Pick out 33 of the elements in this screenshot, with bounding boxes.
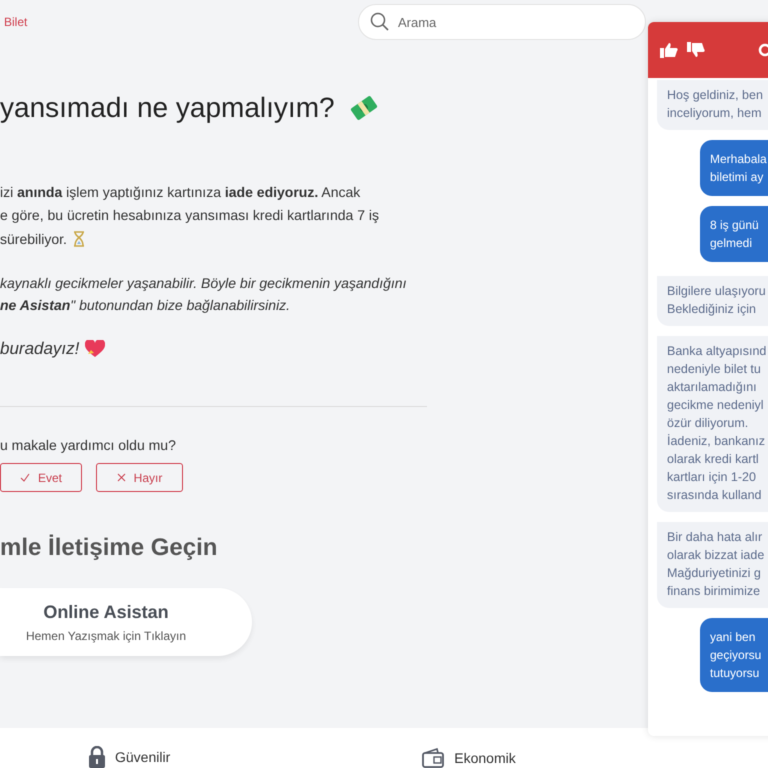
thumbs-up-icon[interactable] bbox=[660, 42, 678, 58]
yes-button[interactable]: Evet bbox=[0, 463, 82, 492]
paragraph-line: izi anında işlem yaptığınız kartınıza iade ediyoruz. Ancak bbox=[0, 184, 360, 200]
bot-message: Bir daha hata alır olarak bizzat iade Mağduriyetinizi g finans birimimize bbox=[657, 522, 768, 608]
user-message: yani ben geçiyorsu tutuyorsu bbox=[700, 618, 768, 692]
check-icon bbox=[20, 473, 30, 482]
user-message: Merhabala biletimi ay bbox=[700, 140, 768, 196]
bot-message: Banka altyapısınd nedeniyle bilet tu aktarılamadığını gecikme nedeniyl özür diliyorum. İadeniz, bankanız olarak kredi kartl kartları için 1-20 sırasında kulland bbox=[657, 336, 768, 512]
paragraph-line: e göre, bu ücretin hesabınıza yansıması kredi kartlarında 7 iş bbox=[0, 207, 379, 224]
paragraph-line: sürebiliyor. bbox=[0, 230, 67, 247]
feature-label: Güvenilir bbox=[115, 749, 170, 765]
paragraph-line: ne Asistan" butonundan bize bağlanabilirsiniz. bbox=[0, 297, 290, 314]
breadcrumb-link[interactable]: Bilet bbox=[4, 15, 28, 29]
contact-heading: mle İletişime Geçin bbox=[0, 534, 218, 562]
closing-text: buradayız! bbox=[0, 339, 80, 360]
search-icon bbox=[370, 12, 390, 32]
card-title: Online Asistan bbox=[43, 602, 169, 622]
no-button[interactable]: Hayır bbox=[96, 463, 183, 492]
paragraph-line: kaynaklı gecikmeler yaşanabilir. Böyle bir gecikmenin yaşandığını bbox=[0, 274, 406, 291]
card-subtitle: Hemen Yazışmak için Tıklayın bbox=[26, 628, 186, 642]
article-title: yansımadı ne yapmalıyım? bbox=[0, 92, 335, 124]
heart-icon bbox=[85, 340, 106, 358]
user-message: 8 iş günü gelmedi bbox=[700, 206, 768, 262]
bot-message: Bilgilere ulaşıyoru Beklediğiniz için bbox=[657, 276, 768, 326]
wallet-icon bbox=[422, 748, 444, 768]
bot-message: Hoş geldiniz, ben inceliyorum, hem bbox=[657, 80, 768, 130]
feature-label: Ekonomik bbox=[454, 750, 516, 766]
thumbs-down-icon[interactable] bbox=[687, 42, 705, 58]
search-field[interactable]: Arama bbox=[358, 4, 646, 40]
assistant-card[interactable]: Online Asistan Hemen Yazışmak için Tıklayın bbox=[0, 588, 252, 656]
close-icon bbox=[116, 473, 126, 482]
feedback-question: u makale yardımcı oldu mu? bbox=[0, 437, 177, 453]
hourglass-icon bbox=[72, 230, 85, 247]
